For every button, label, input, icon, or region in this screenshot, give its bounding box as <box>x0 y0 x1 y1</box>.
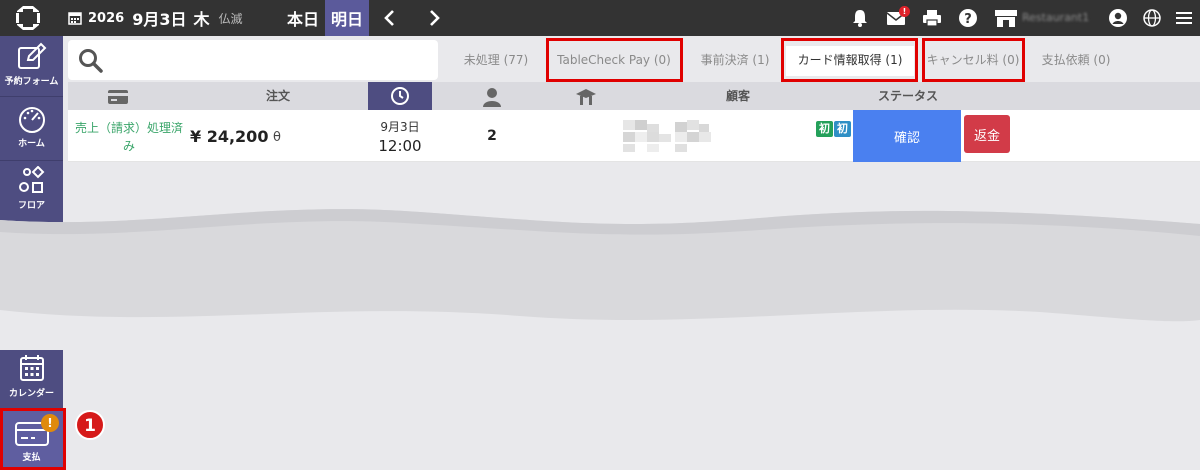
sidebar-divider <box>0 96 63 97</box>
highlight-tablecheck-pay <box>546 38 683 82</box>
date-year: 2026 <box>88 10 125 26</box>
search-box[interactable] <box>68 40 438 80</box>
reservation-date: 9月3日 <box>380 120 420 134</box>
header-table <box>574 82 598 110</box>
tab-unprocessed[interactable]: 未処理 (77) <box>454 46 538 76</box>
app-logo-icon[interactable] <box>14 5 42 31</box>
calendar-small-icon <box>68 12 82 25</box>
first-visit-tag-secondary: 初 <box>834 121 851 137</box>
tab-payment-request[interactable]: 支払依頼 (0) <box>1032 46 1120 76</box>
search-input[interactable] <box>114 46 424 74</box>
confirm-button[interactable]: 確認 <box>853 110 961 162</box>
sidebar-item-home[interactable]: ホーム <box>0 104 63 156</box>
sidebar-item-reservation-form[interactable]: 予約フォーム <box>0 42 63 94</box>
refund-button[interactable]: 返金 <box>964 115 1010 153</box>
first-visit-tag: 初 <box>816 121 833 137</box>
printer-icon[interactable] <box>922 8 942 28</box>
payment-status-text: 売上（請求）処理済み <box>74 121 183 153</box>
highlight-cancellation-fee <box>922 38 1025 82</box>
hamburger-menu-icon[interactable] <box>1174 8 1194 28</box>
highlight-card-info <box>781 38 918 82</box>
bell-icon[interactable] <box>850 8 870 28</box>
today-button[interactable]: 本日 <box>280 0 326 36</box>
header-payment-column <box>108 82 128 110</box>
sidebar-divider <box>0 160 63 161</box>
torn-page-divider <box>0 209 1200 350</box>
amount-symbol: θ <box>273 130 281 145</box>
top-bar: 2026 9月3日 木 仏滅 本日 明日 ! ? Restaurant1 <box>0 0 1200 36</box>
step-number-badge: 1 <box>75 410 105 440</box>
date-selector[interactable]: 2026 9月3日 木 仏滅 <box>68 0 243 36</box>
header-order: 注文 <box>265 89 290 103</box>
credit-card-header-icon <box>108 89 128 104</box>
person-icon <box>483 87 501 107</box>
globe-icon[interactable] <box>1142 8 1162 28</box>
party-size: 2 <box>487 128 497 144</box>
sidebar-item-calendar[interactable]: カレンダー <box>0 354 63 404</box>
table-row[interactable]: 売上（請求）処理済み ¥ 24,200 θ 9月3日 12:00 2 初 初 確… <box>68 110 1200 162</box>
restaurant-name[interactable]: Restaurant1 <box>1022 0 1089 36</box>
dashboard-icon <box>18 107 45 133</box>
edit-icon <box>17 42 46 69</box>
sidebar-item-label: ホーム <box>18 139 45 149</box>
amount-value: ¥ 24,200 <box>190 127 269 146</box>
tab-prepayment[interactable]: 事前決済 (1) <box>690 46 780 76</box>
highlight-payment-sidebar <box>0 408 66 470</box>
mail-badge: ! <box>899 6 910 17</box>
date-month-day: 9月3日 <box>132 10 187 29</box>
sidebar-item-label: 予約フォーム <box>4 77 59 87</box>
user-account-icon[interactable] <box>1108 8 1128 28</box>
clock-icon <box>391 87 409 105</box>
tomorrow-button[interactable]: 明日 <box>325 0 369 36</box>
svg-text:?: ? <box>964 12 972 27</box>
chevron-right-icon[interactable] <box>424 8 444 28</box>
sidebar-item-label: カレンダー <box>8 389 54 399</box>
help-icon[interactable]: ? <box>958 8 978 28</box>
customer-name-redacted[interactable] <box>623 118 713 154</box>
date-rokuyo: 仏滅 <box>218 11 243 26</box>
search-icon <box>79 49 103 73</box>
header-party-size <box>480 82 504 110</box>
header-customer: 顧客 <box>725 89 750 103</box>
header-status: ステータス <box>877 89 938 103</box>
chevron-left-icon[interactable] <box>380 8 400 28</box>
store-icon[interactable] <box>994 8 1018 28</box>
reservation-time: 12:00 <box>378 137 422 155</box>
header-time-sort[interactable] <box>368 82 432 110</box>
table-header: 注文 顧客 ステータス <box>68 82 1200 110</box>
table-seat-icon <box>576 88 596 105</box>
calendar-icon <box>19 355 44 381</box>
date-weekday: 木 <box>193 10 210 29</box>
